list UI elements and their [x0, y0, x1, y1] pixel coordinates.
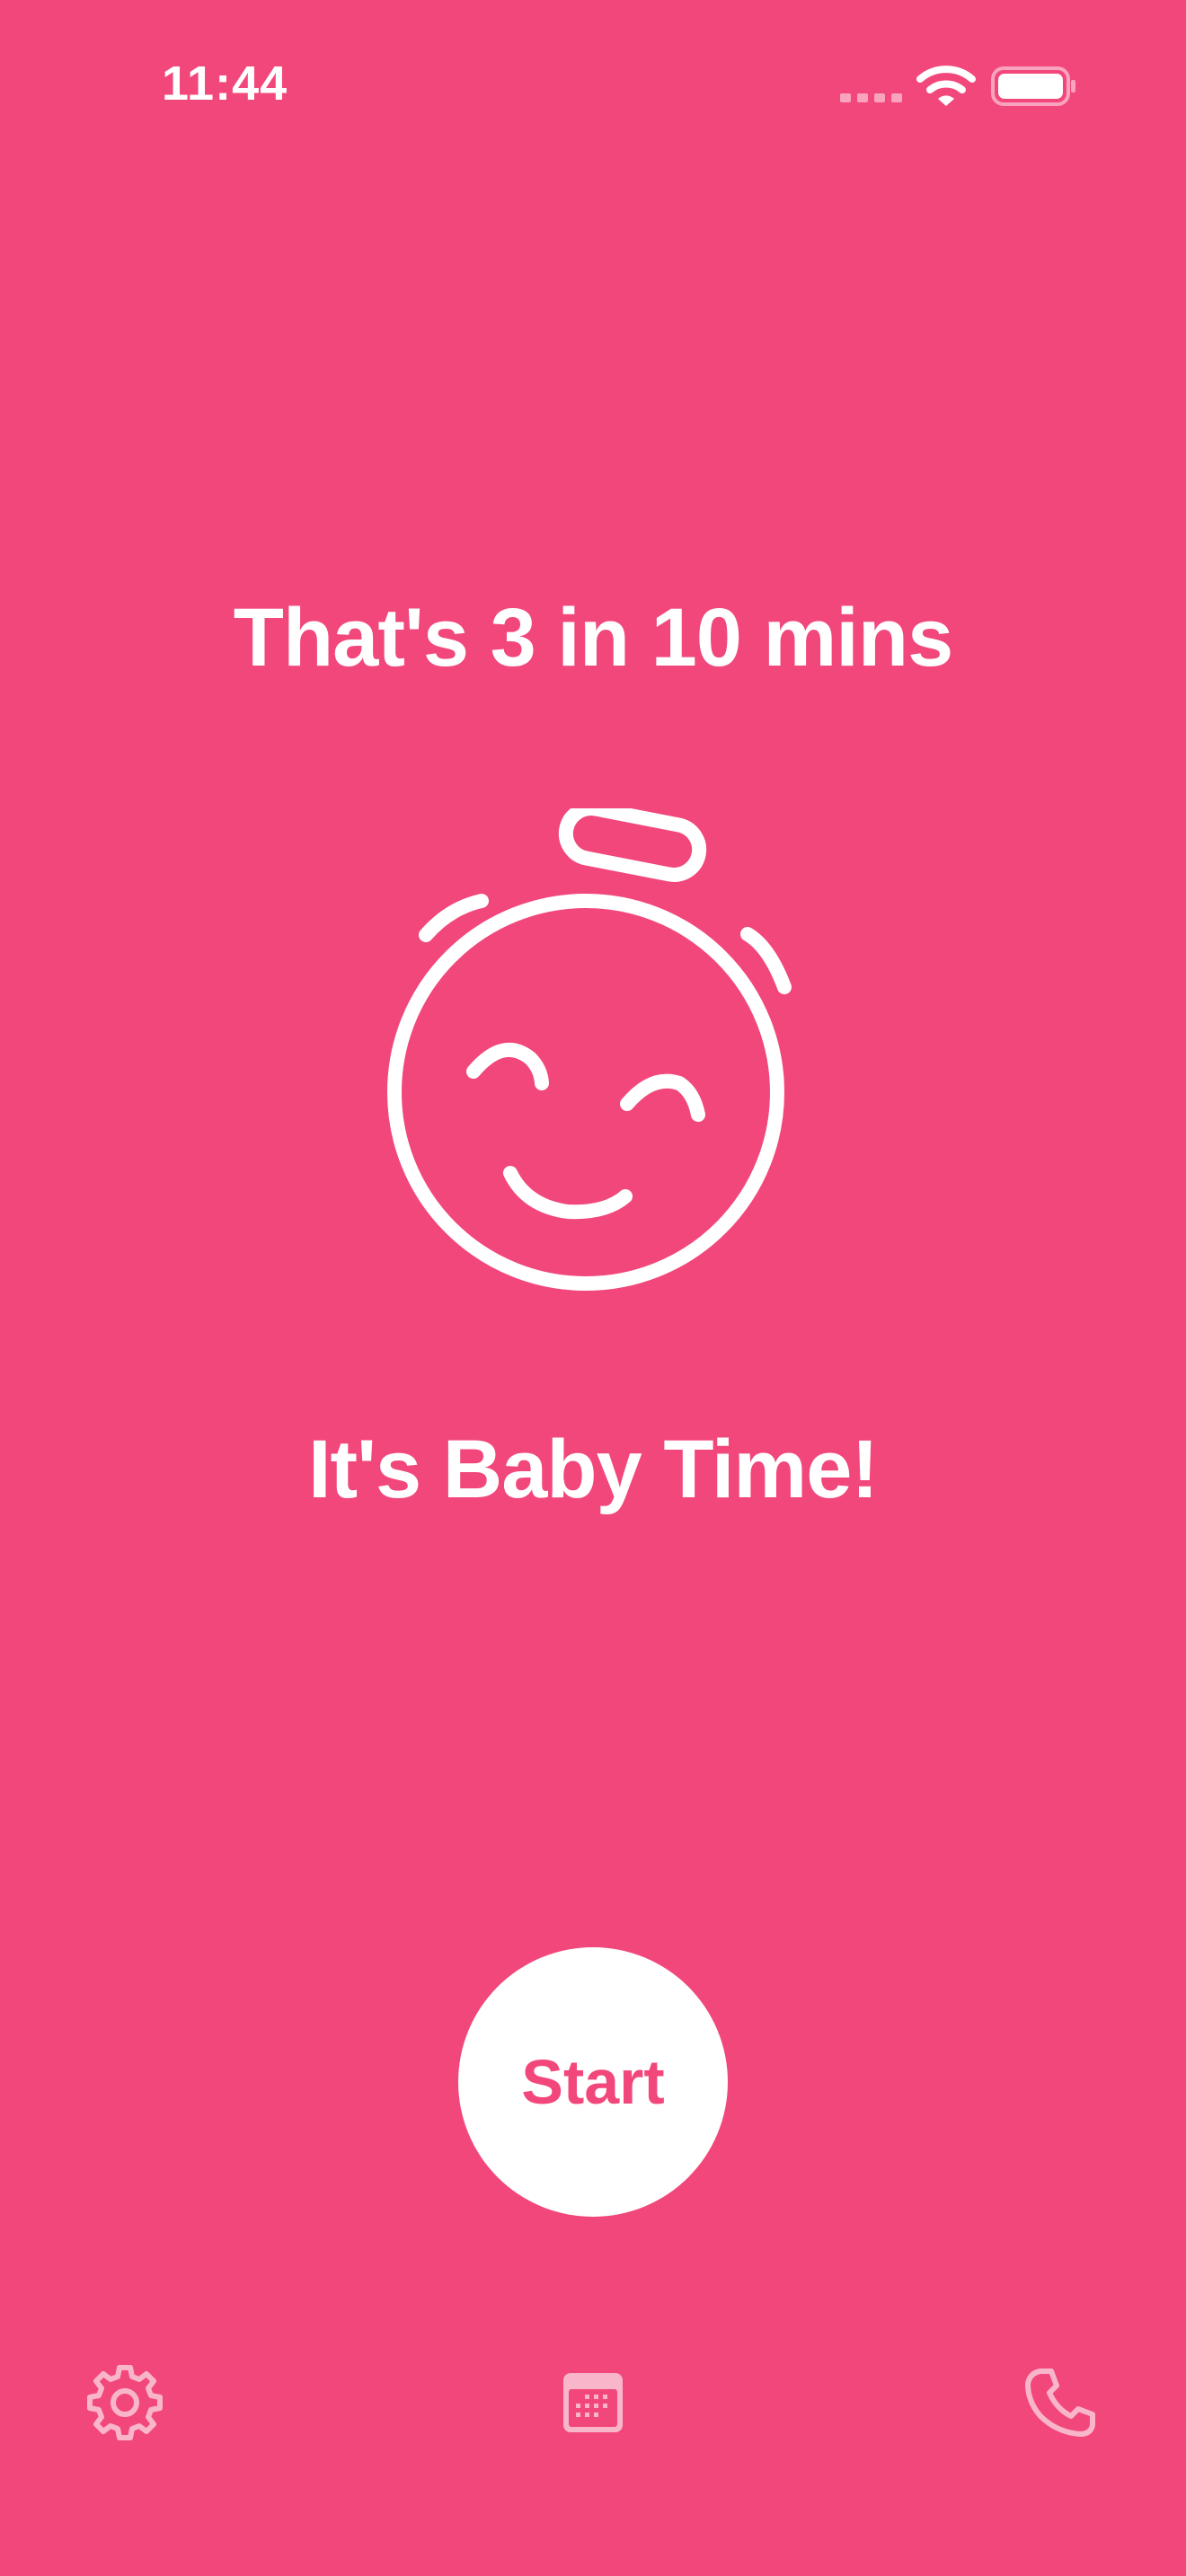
status-time: 11:44: [162, 57, 288, 110]
gear-icon: [87, 2365, 163, 2440]
contraction-summary-heading: That's 3 in 10 mins: [233, 592, 953, 684]
cellular-signal-icon: [840, 93, 902, 102]
call-tab-button[interactable]: [1021, 2362, 1102, 2443]
settings-tab-button[interactable]: [84, 2362, 165, 2443]
start-button[interactable]: Start: [458, 1947, 728, 2217]
calendar-icon: [563, 2373, 623, 2432]
baby-time-heading: It's Baby Time!: [307, 1424, 879, 1515]
calendar-tab-button[interactable]: [553, 2362, 633, 2443]
wifi-icon: [916, 66, 976, 106]
bottom-tab-bar: [0, 2335, 1186, 2479]
phone-icon: [1025, 2369, 1095, 2437]
status-bar: 11:44: [0, 0, 1186, 180]
baby-face-stopwatch-icon: [387, 808, 792, 1291]
battery-icon: [991, 66, 1075, 106]
